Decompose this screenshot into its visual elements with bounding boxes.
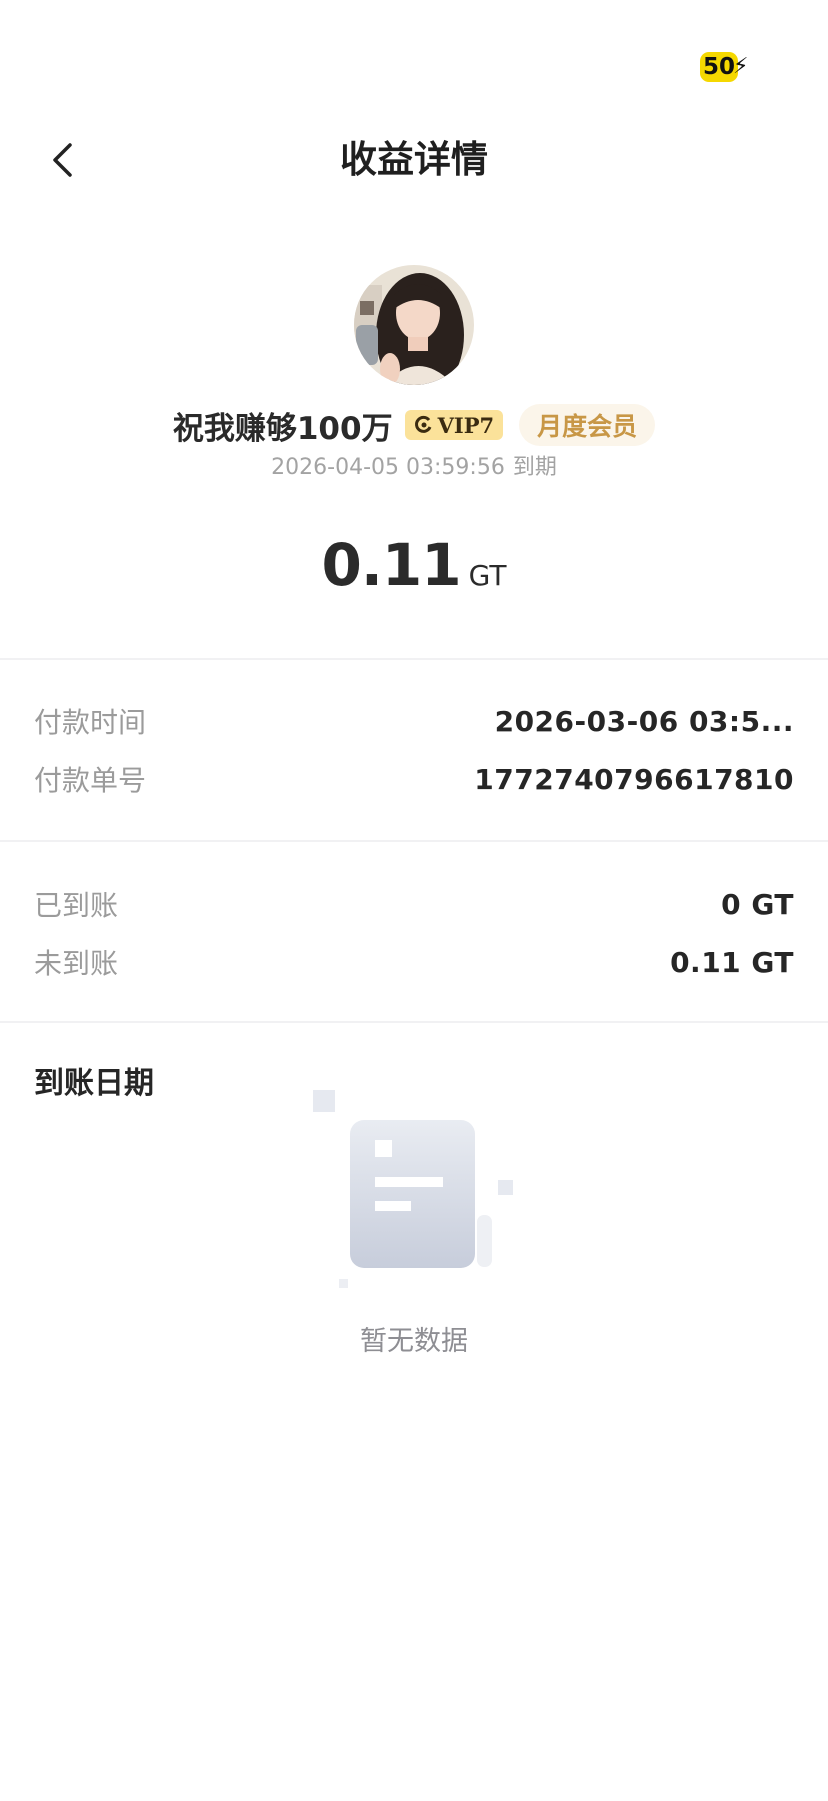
profile-line: 祝我赚够100万 VIP7 月度会员 [0, 400, 828, 450]
amount-unit: GT [468, 559, 507, 592]
empty-state-icon [305, 1085, 525, 1295]
payment-order-row: 付款单号 1772740796617810 [34, 757, 794, 801]
earnings-amount: 0.11 GT [0, 530, 828, 615]
divider [0, 840, 828, 842]
amount-value: 0.11 [321, 531, 462, 599]
vip-crown-icon [414, 415, 431, 433]
username: 祝我赚够100万 [172, 410, 393, 447]
charging-icon: ⚡ [733, 54, 749, 79]
pending-value: 0.11 GT [670, 945, 794, 979]
payment-order-label: 付款单号 [34, 764, 147, 797]
arrival-date-title: 到账日期 [34, 1066, 154, 1101]
payment-time-value: 2026-03-06 03:5... [494, 704, 794, 738]
expire-suffix: 到期 [512, 455, 557, 480]
received-row: 已到账 0 GT [34, 882, 794, 926]
received-label: 已到账 [34, 889, 119, 922]
divider [0, 1021, 828, 1023]
received-value: 0 GT [721, 887, 794, 921]
vip-level: VIP7 [437, 412, 495, 438]
membership-badge: 月度会员 [519, 404, 656, 446]
pending-row: 未到账 0.11 GT [34, 940, 794, 984]
payment-time-row: 付款时间 2026-03-06 03:5... [34, 699, 794, 743]
nav-bar: 收益详情 [0, 125, 828, 195]
status-bar: 50 ⚡ [0, 0, 828, 110]
empty-state-text: 暂无数据 [360, 1326, 468, 1357]
expire-time: 2026-04-05 03:59:56 [271, 455, 505, 480]
expire-info: 2026-04-05 03:59:56 到期 [0, 452, 828, 484]
payment-time-label: 付款时间 [34, 706, 147, 739]
vip-badge: VIP7 [404, 410, 504, 440]
avatar[interactable] [354, 265, 474, 385]
pending-label: 未到账 [34, 947, 119, 980]
page-title: 收益详情 [340, 138, 488, 181]
divider [0, 658, 828, 660]
payment-order-value[interactable]: 1772740796617810 [474, 763, 794, 796]
